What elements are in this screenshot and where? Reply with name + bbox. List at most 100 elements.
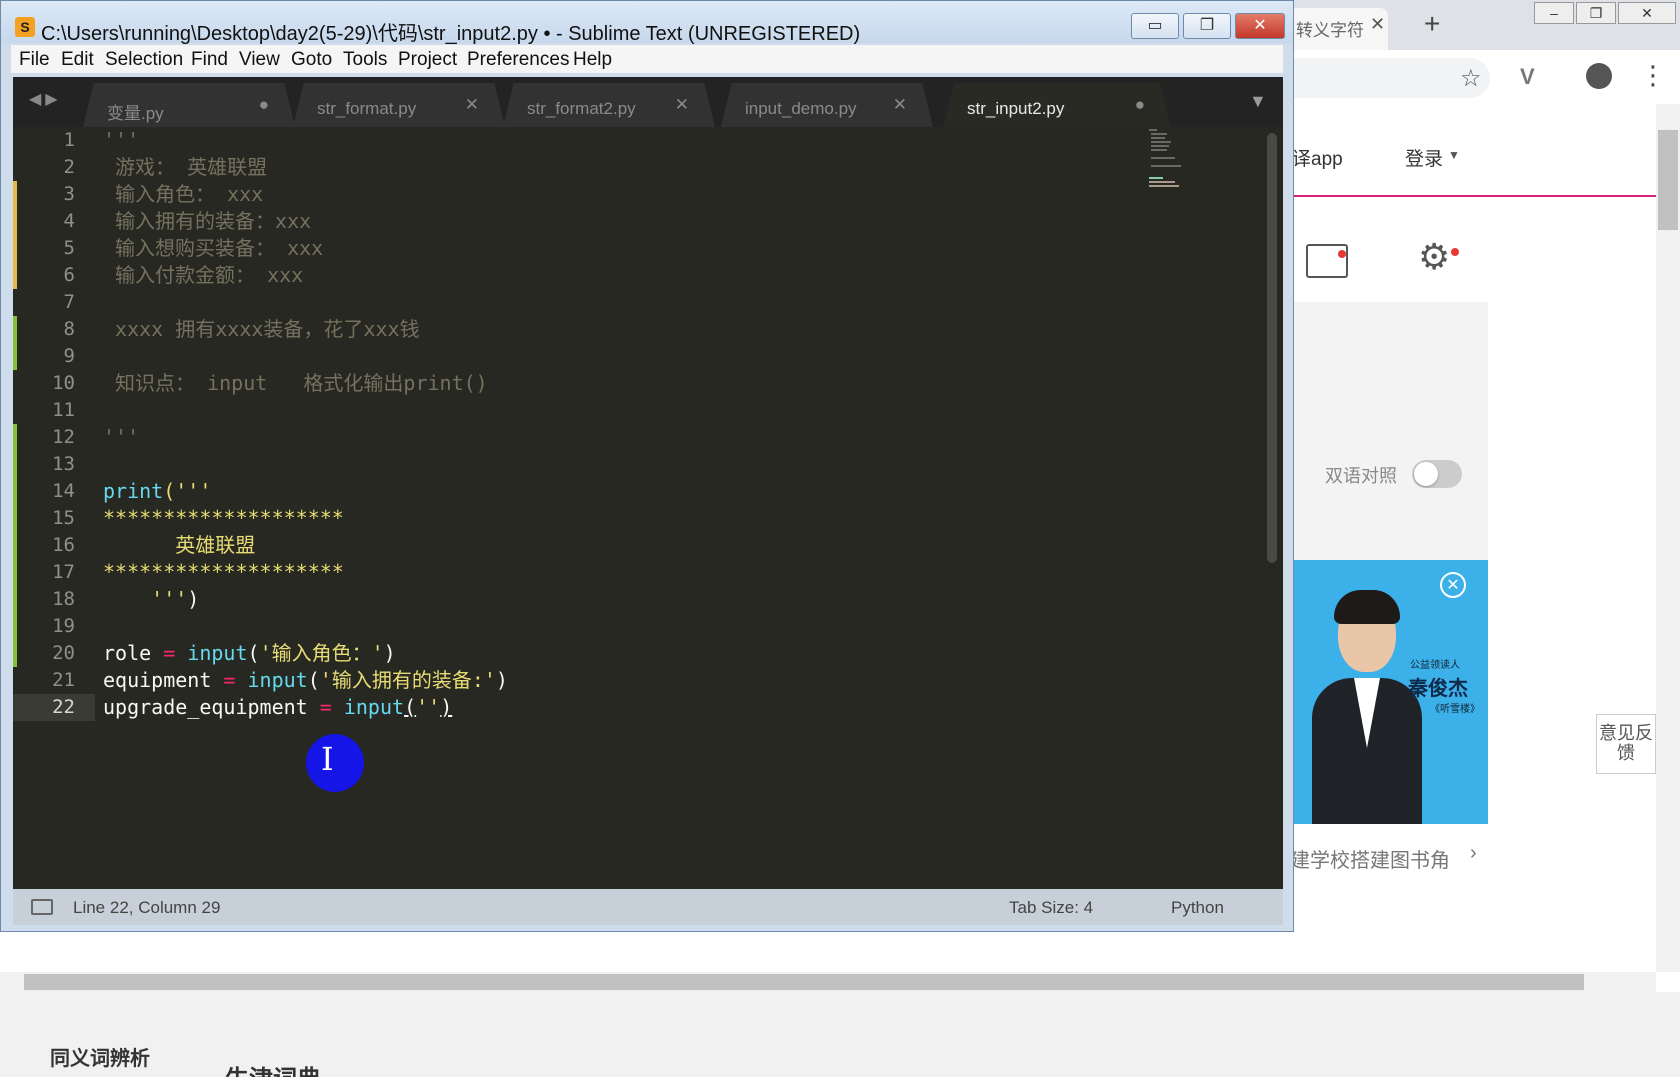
code-line-current[interactable]: upgrade_equipment = input('') xyxy=(103,694,452,721)
page-vertical-scrollbar[interactable] xyxy=(1656,104,1680,972)
ad-caption-text: 建学校搭建图书角 xyxy=(1290,850,1450,872)
menu-tools[interactable]: Tools xyxy=(343,49,387,71)
nav-app-link[interactable]: 译app xyxy=(1292,144,1343,171)
nav-login-link[interactable]: 登录 xyxy=(1405,144,1443,171)
gear-icon[interactable]: ⚙ xyxy=(1418,236,1450,278)
minimize-button[interactable]: ▭ xyxy=(1131,13,1179,39)
page-horizontal-scroll-thumb[interactable] xyxy=(24,974,1584,990)
operator: = xyxy=(163,641,176,665)
bilingual-label: 双语对照 xyxy=(1325,466,1397,486)
title-bar[interactable]: S C:\Users\running\Desktop\day2(5-29)\代码… xyxy=(1,1,1293,45)
code-line[interactable]: ''' xyxy=(103,424,139,451)
code-line[interactable]: 输入角色： xxx xyxy=(103,181,263,208)
browser-window-controls: – ❐ ✕ xyxy=(1534,2,1680,26)
editor-scrollbar[interactable] xyxy=(1267,133,1277,563)
syntax-indicator[interactable]: Python xyxy=(1171,898,1224,918)
ad-close-icon[interactable]: ✕ xyxy=(1440,572,1466,598)
menu-find[interactable]: Find xyxy=(191,49,228,71)
line-number: 2 xyxy=(63,156,75,178)
browser-tab-close-icon[interactable]: ✕ xyxy=(1370,14,1385,35)
side-panel xyxy=(1290,302,1488,572)
panel-toggle-icon[interactable] xyxy=(31,899,53,915)
code-line[interactable]: 英雄联盟 xyxy=(103,532,255,559)
tab-variables-py[interactable]: 变量.py ● xyxy=(83,83,295,127)
tab-nav-arrows-icon[interactable]: ◀▶ xyxy=(29,89,62,109)
code-editor[interactable]: 1 2 3 4 5 6 7 8 9 10 11 12 13 14 15 16 1… xyxy=(13,127,1283,889)
docstring: 知识点： input 格式化输出print() xyxy=(103,371,488,395)
code-line[interactable]: ******************** xyxy=(103,505,344,532)
code-line[interactable]: ''' xyxy=(103,127,139,154)
line-number: 5 xyxy=(63,237,75,259)
line-number: 17 xyxy=(52,561,75,583)
code-line[interactable]: ******************** xyxy=(103,559,344,586)
ad-caption[interactable]: 建学校搭建图书角 › xyxy=(1290,834,1488,876)
extension-icon[interactable]: V xyxy=(1520,64,1535,90)
tab-str-format-py[interactable]: str_format.py ✕ xyxy=(293,83,505,127)
tab-label: str_format2.py xyxy=(527,99,636,118)
bookmark-star-icon[interactable]: ☆ xyxy=(1460,64,1482,93)
menu-preferences[interactable]: Preferences xyxy=(467,49,569,71)
paren: ( xyxy=(404,695,417,719)
docstring: 游戏： 英雄联盟 xyxy=(103,155,268,179)
line-number: 20 xyxy=(52,642,75,664)
menu-project[interactable]: Project xyxy=(398,49,457,71)
synonyms-heading[interactable]: 同义词辨析 xyxy=(50,1042,150,1071)
menu-view[interactable]: View xyxy=(239,49,280,71)
menu-help[interactable]: Help xyxy=(573,49,612,71)
code-line[interactable]: equipment = input('输入拥有的装备:') xyxy=(103,667,508,694)
code-line[interactable]: 输入想购买装备： xxx xyxy=(103,235,323,262)
operator: = xyxy=(319,695,332,719)
close-button[interactable]: ✕ xyxy=(1235,13,1285,39)
line-number: 12 xyxy=(52,426,75,448)
unsaved-dot-icon: ● xyxy=(1134,95,1145,114)
mouse-cursor-highlight xyxy=(306,734,364,792)
ad-subtitle: 《听雪楼》 xyxy=(1430,704,1480,715)
browser-restore-button[interactable]: ❐ xyxy=(1576,2,1616,24)
minimap[interactable] xyxy=(1149,129,1209,189)
nav-divider xyxy=(1290,195,1656,197)
ad-banner[interactable]: ✕ 公益领读人 秦俊杰 《听雪楼》 xyxy=(1290,560,1488,824)
code-line[interactable]: 游戏： 英雄联盟 xyxy=(103,154,267,181)
browser-menu-icon[interactable]: ⋮ xyxy=(1640,60,1666,91)
tab-str-format2-py[interactable]: str_format2.py ✕ xyxy=(503,83,715,127)
new-tab-button[interactable]: + xyxy=(1424,8,1440,40)
menu-goto[interactable]: Goto xyxy=(291,49,332,71)
line-number: 16 xyxy=(52,534,75,556)
chevron-right-icon: › xyxy=(1470,842,1477,864)
string-literal: ******************** xyxy=(103,506,344,530)
code-line[interactable]: 输入拥有的装备：xxx xyxy=(103,208,311,235)
menu-edit[interactable]: Edit xyxy=(61,49,94,71)
docstring: 输入想购买装备： xxx xyxy=(103,236,324,260)
string-literal: ''' xyxy=(103,587,188,611)
feedback-button[interactable]: 意见反馈 xyxy=(1596,714,1656,774)
code-line[interactable]: 知识点： input 格式化输出print() xyxy=(103,370,488,397)
cursor-position[interactable]: Line 22, Column 29 xyxy=(73,898,220,918)
browser-tab[interactable]: 转义字符 ✕ xyxy=(1280,8,1388,50)
tab-input-demo-py[interactable]: input_demo.py ✕ xyxy=(721,83,933,127)
browser-close-button[interactable]: ✕ xyxy=(1618,2,1676,24)
close-icon[interactable]: ✕ xyxy=(465,95,479,115)
tab-str-input2-py[interactable]: str_input2.py ● xyxy=(943,83,1171,127)
close-icon[interactable]: ✕ xyxy=(893,95,907,115)
tab-list-dropdown-icon[interactable]: ▼ xyxy=(1249,91,1267,112)
code-line[interactable]: xxxx 拥有xxxx装备，花了xxx钱 xyxy=(103,316,420,343)
docstring: ''' xyxy=(103,425,140,449)
page-vertical-scroll-thumb[interactable] xyxy=(1658,130,1678,230)
menu-selection[interactable]: Selection xyxy=(105,49,183,71)
code-line[interactable]: role = input('输入角色：') xyxy=(103,640,396,667)
menu-file[interactable]: File xyxy=(19,49,50,71)
tab-size-indicator[interactable]: Tab Size: 4 xyxy=(1009,898,1093,918)
browser-minimize-button[interactable]: – xyxy=(1534,2,1574,24)
close-icon[interactable]: ✕ xyxy=(675,95,689,115)
string-literal: '输入拥有的装备:' xyxy=(319,668,496,692)
dictionary-heading: 牛津词典 xyxy=(225,1059,321,1077)
maximize-button[interactable]: ❐ xyxy=(1183,13,1231,39)
sublime-text-window: S C:\Users\running\Desktop\day2(5-29)\代码… xyxy=(0,0,1294,932)
profile-avatar-icon[interactable] xyxy=(1586,63,1612,89)
line-number: 7 xyxy=(63,291,75,313)
code-line[interactable]: ''') xyxy=(103,586,199,613)
code-line[interactable]: print(''' xyxy=(103,478,211,505)
paren: ) xyxy=(495,668,508,692)
code-line[interactable]: 输入付款金额： xxx xyxy=(103,262,303,289)
status-bar: Line 22, Column 29 Tab Size: 4 Python xyxy=(13,889,1283,925)
